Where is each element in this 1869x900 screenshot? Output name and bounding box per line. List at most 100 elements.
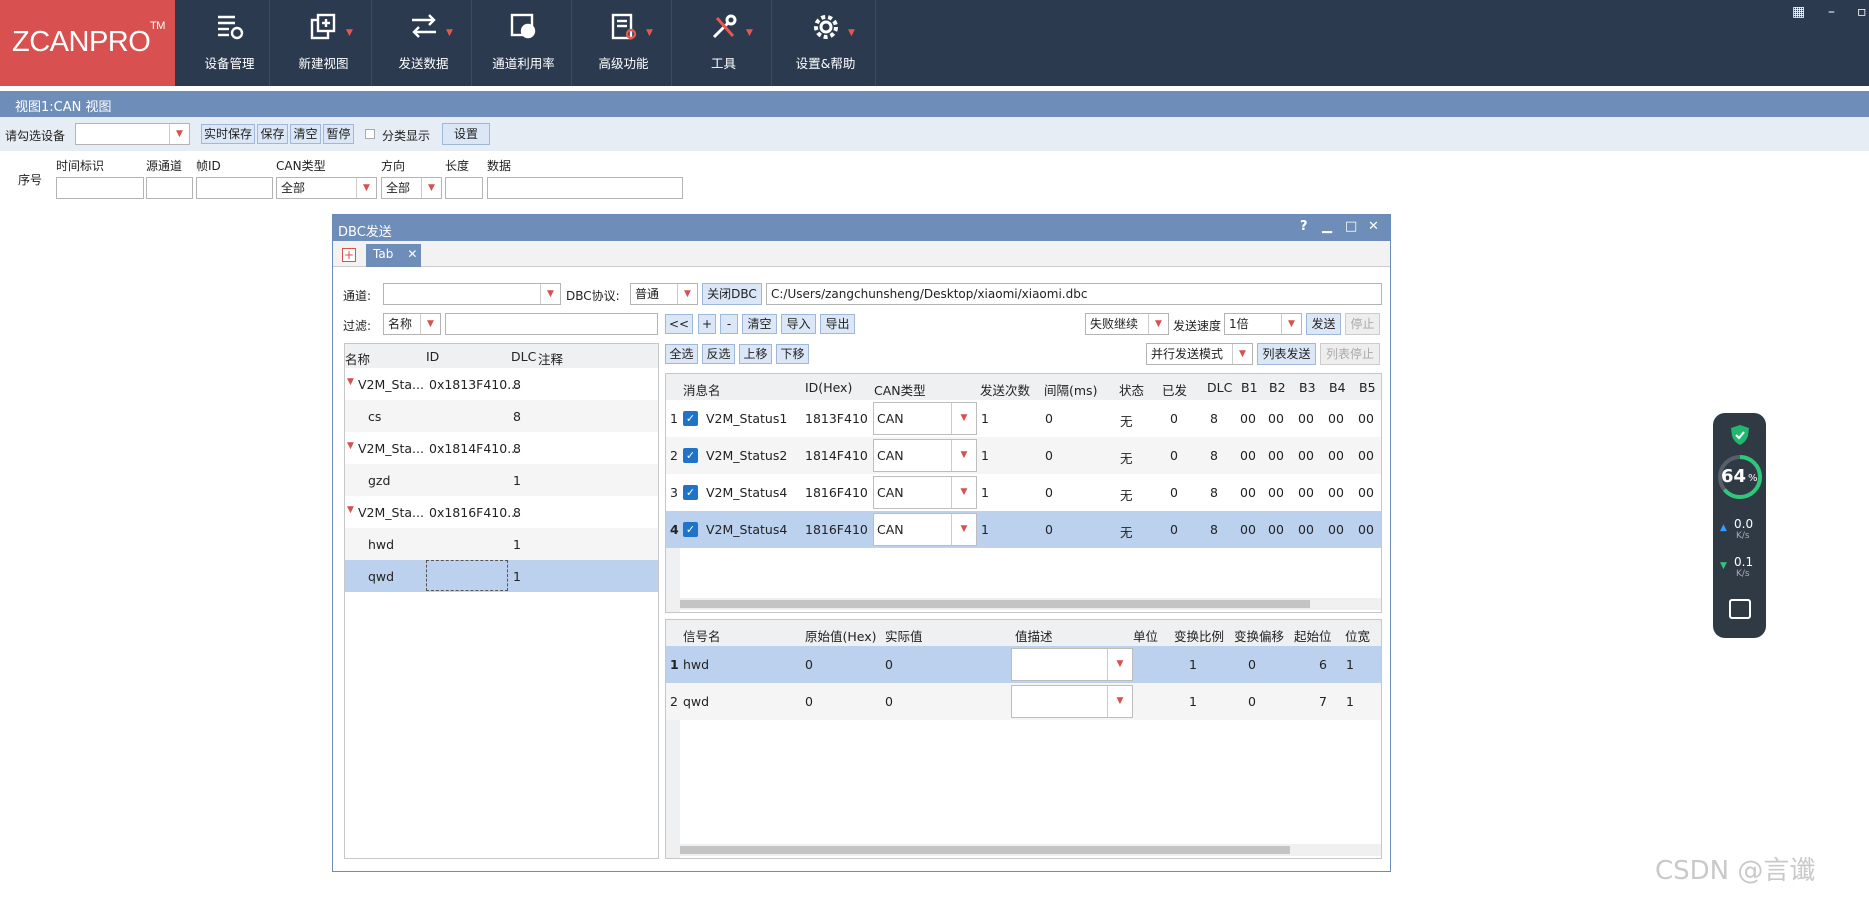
tree-message-row[interactable]: ▼ V2M_Sta... 0x1816F410... 8 <box>345 496 658 528</box>
interval[interactable]: 0 <box>1045 448 1053 463</box>
restore-icon[interactable]: ▫ <box>1857 4 1867 20</box>
message-column-header[interactable]: B3 <box>1299 380 1316 395</box>
signal-column-header[interactable]: 信号名 <box>683 626 721 645</box>
byte-value[interactable]: 00 <box>1240 411 1256 426</box>
message-column-header[interactable]: 已发 <box>1162 380 1187 399</box>
message-column-header[interactable]: B4 <box>1329 380 1346 395</box>
expand-caret-icon[interactable]: ▼ <box>347 377 354 387</box>
filter-input[interactable] <box>445 313 658 335</box>
interval[interactable]: 0 <box>1045 485 1053 500</box>
invert-select-button[interactable]: 反选 <box>702 344 735 364</box>
message-column-header[interactable]: 消息名 <box>683 380 721 399</box>
add-button[interactable]: + <box>698 314 716 334</box>
interval[interactable]: 0 <box>1045 411 1053 426</box>
channel-usage-button[interactable]: 通道利用率 <box>476 0 572 86</box>
close-icon[interactable]: ✕ <box>1368 219 1379 234</box>
actual-value[interactable]: 0 <box>885 694 893 709</box>
filter-field-select[interactable]: 名称 ▼ <box>383 313 441 335</box>
direction-filter-select[interactable]: 全部 ▼ <box>381 177 442 199</box>
byte-value[interactable]: 00 <box>1328 485 1344 500</box>
tree-signal-row[interactable]: gzd 1 <box>345 464 658 496</box>
pause-button[interactable]: 暂停 <box>323 124 354 144</box>
expand-caret-icon[interactable]: ▼ <box>347 505 354 515</box>
time-filter-input[interactable] <box>56 177 144 199</box>
message-column-header[interactable]: B1 <box>1241 380 1258 395</box>
select-all-button[interactable]: 全选 <box>665 344 698 364</box>
send-count[interactable]: 1 <box>981 448 989 463</box>
new-view-button[interactable]: ▼ 新建视图 <box>276 0 372 86</box>
add-tab-icon[interactable]: + <box>342 248 356 262</box>
clear-list-button[interactable]: 清空 <box>742 314 777 334</box>
frame-id-filter-input[interactable] <box>196 177 273 199</box>
send-count[interactable]: 1 <box>981 522 989 537</box>
signal-row[interactable]: 1 hwd 0 0 ▼ 1 0 6 1 <box>666 646 1381 683</box>
byte-value[interactable]: 00 <box>1328 448 1344 463</box>
byte-value[interactable]: 00 <box>1240 448 1256 463</box>
raw-value[interactable]: 0 <box>805 694 813 709</box>
message-row[interactable]: 4 ✓ V2M_Status4 1816F410 CAN ▼ 1 0 无 0 8 00 00 00 00 00 <box>666 511 1381 548</box>
save-button[interactable]: 保存 <box>257 124 288 144</box>
byte-value[interactable]: 00 <box>1240 485 1256 500</box>
move-down-button[interactable]: 下移 <box>776 344 809 364</box>
message-row[interactable]: 1 ✓ V2M_Status1 1813F410 CAN ▼ 1 0 无 0 8 00 00 00 00 00 <box>666 400 1381 437</box>
dbc-path-input[interactable]: C:/Users/zangchunsheng/Desktop/xiaomi/xi… <box>766 283 1382 305</box>
message-column-header[interactable]: 状态 <box>1119 380 1144 399</box>
tree-id-cell-focus[interactable] <box>426 560 508 591</box>
byte-value[interactable]: 00 <box>1358 448 1374 463</box>
signal-column-header[interactable]: 变换偏移 <box>1234 626 1284 645</box>
message-row[interactable]: 2 ✓ V2M_Status2 1814F410 CAN ▼ 1 0 无 0 8 00 00 00 00 00 <box>666 437 1381 474</box>
tools-button[interactable]: ▼ 工具 <box>676 0 772 86</box>
message-column-header[interactable]: ID(Hex) <box>805 380 852 395</box>
network-monitor-widget[interactable]: 64 % ▲ 0.0 K/s ▼ 0.1 K/s <box>1713 413 1766 638</box>
interval[interactable]: 0 <box>1045 522 1053 537</box>
channel-select[interactable]: ▼ <box>383 283 561 305</box>
send-count[interactable]: 1 <box>981 411 989 426</box>
byte-value[interactable]: 00 <box>1358 522 1374 537</box>
checkbox-checked-icon[interactable]: ✓ <box>683 522 698 537</box>
signal-column-header[interactable]: 原始值(Hex) <box>805 626 877 645</box>
fail-mode-select[interactable]: 失败继续 ▼ <box>1085 313 1169 335</box>
byte-value[interactable]: 00 <box>1358 485 1374 500</box>
layout-icon[interactable]: ▦ <box>1792 4 1805 20</box>
expand-caret-icon[interactable]: ▼ <box>347 441 354 451</box>
byte-value[interactable]: 00 <box>1328 522 1344 537</box>
signal-table-scrollbar[interactable] <box>666 844 1381 856</box>
signal-column-header[interactable]: 位宽 <box>1345 626 1370 645</box>
clear-button[interactable]: 清空 <box>290 124 321 144</box>
byte-value[interactable]: 00 <box>1298 522 1314 537</box>
signal-column-header[interactable]: 起始位 <box>1294 626 1332 645</box>
minimize-icon[interactable]: – <box>1828 4 1835 20</box>
checkbox-checked-icon[interactable]: ✓ <box>683 448 698 463</box>
send-button[interactable]: 发送 <box>1306 313 1341 335</box>
collapse-button[interactable]: << <box>665 314 693 334</box>
data-filter-input[interactable] <box>487 177 683 199</box>
message-column-header[interactable]: 发送次数 <box>980 380 1030 399</box>
byte-value[interactable]: 00 <box>1268 485 1284 500</box>
length-filter-input[interactable] <box>445 177 483 199</box>
signal-column-header[interactable]: 变换比例 <box>1174 626 1224 645</box>
signal-column-header[interactable]: 单位 <box>1133 626 1158 645</box>
close-tab-icon[interactable]: ✕ <box>407 247 417 261</box>
export-button[interactable]: 导出 <box>820 314 855 334</box>
send-count[interactable]: 1 <box>981 485 989 500</box>
byte-value[interactable]: 00 <box>1298 411 1314 426</box>
message-column-header[interactable]: CAN类型 <box>874 380 926 399</box>
import-button[interactable]: 导入 <box>781 314 816 334</box>
byte-value[interactable]: 00 <box>1358 411 1374 426</box>
byte-value[interactable]: 00 <box>1268 411 1284 426</box>
message-column-header[interactable]: DLC <box>1207 380 1232 395</box>
minimize-icon[interactable]: ▁ <box>1322 219 1332 234</box>
remove-button[interactable]: - <box>720 314 738 334</box>
send-data-button[interactable]: ▼ 发送数据 <box>376 0 472 86</box>
tab-main[interactable]: Tab ✕ <box>366 244 421 267</box>
advanced-button[interactable]: ▼ 高级功能 <box>576 0 672 86</box>
message-row[interactable]: 3 ✓ V2M_Status4 1816F410 CAN ▼ 1 0 无 0 8 00 00 00 00 00 <box>666 474 1381 511</box>
device-manage-button[interactable]: 设备管理 <box>190 0 270 86</box>
checkbox-checked-icon[interactable]: ✓ <box>683 411 698 426</box>
maximize-icon[interactable]: □ <box>1345 219 1357 234</box>
device-select[interactable]: ▼ <box>75 123 190 145</box>
message-column-header[interactable]: B5 <box>1359 380 1376 395</box>
can-type-select[interactable]: CAN ▼ <box>873 439 977 472</box>
checkbox-checked-icon[interactable]: ✓ <box>683 485 698 500</box>
settings-help-button[interactable]: ▼ 设置&帮助 <box>776 0 876 86</box>
